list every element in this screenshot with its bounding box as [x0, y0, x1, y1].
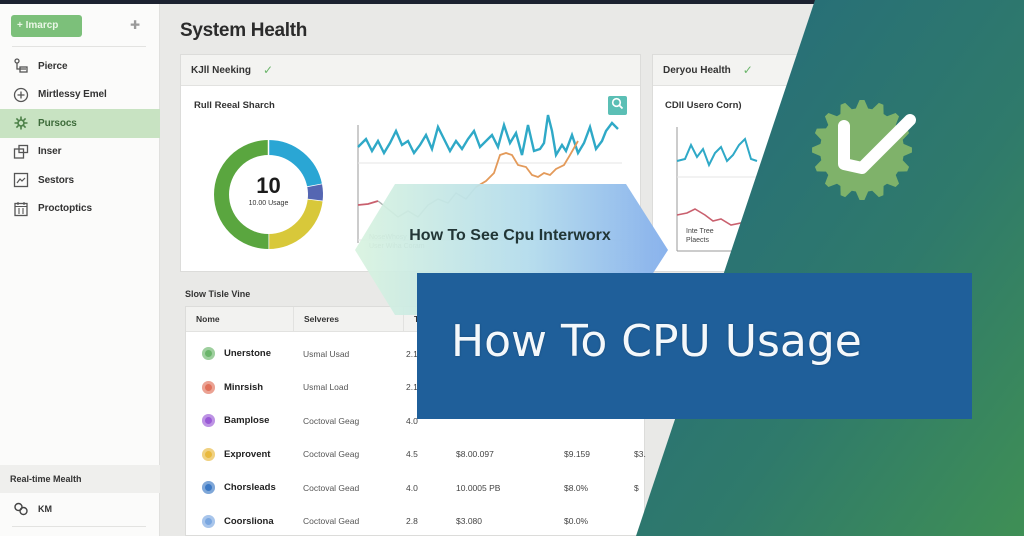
verified-badge-icon [812, 100, 916, 200]
hexagon-title: How To See Cpu Interworx [409, 227, 611, 244]
sidebar-item-sestors[interactable]: Sestors [0, 166, 160, 195]
page-title: System Health [180, 20, 308, 41]
series-line-red [357, 200, 379, 206]
column-header-servers[interactable]: Selveres [294, 306, 404, 332]
row-value-2: $3.080 [456, 516, 482, 527]
image-icon [13, 172, 29, 188]
row-app-icon [202, 414, 215, 428]
row-type: Coctoval Gead [303, 482, 360, 493]
row-type: Coctoval Gead [303, 516, 360, 527]
sidebar-item-label: Pierce [38, 60, 68, 72]
badge-gear-shape [812, 100, 912, 200]
pin-icon[interactable]: ✚ [130, 19, 142, 31]
sidebar-item-proctoptics[interactable]: Proctoptics [0, 195, 160, 224]
row-name: Bamplose [224, 415, 270, 427]
panel-subtitle: Rull Reeal Sharch [194, 100, 275, 111]
panel-header: Deryou Health ✓ [653, 55, 851, 86]
panel-header: KJll Neeking ✓ [181, 55, 640, 86]
row-value-3: $9.159 [564, 449, 590, 460]
row-value-3: $0.0% [564, 516, 589, 527]
sidebar: + Imarcp ✚ Pierce Mirtlessy Emel Pursocs [0, 4, 160, 536]
table-row[interactable]: Chorsleads Coctoval Gead 4.0 10.0005 PB $8.0… [186, 471, 646, 505]
sidebar-nav: Pierce Mirtlessy Emel Pursocs Inser Sest… [0, 52, 160, 223]
sidebar-item-pursocs[interactable]: Pursocs [0, 109, 160, 138]
row-app-icon [202, 514, 215, 528]
row-type: Coctoval Geag [303, 415, 360, 426]
sidebar-section-header: Real-time Mealth [0, 465, 160, 493]
check-icon: ✓ [263, 63, 274, 77]
table-title: Slow Tisle Vine [185, 289, 251, 299]
donut-value: 10 [256, 173, 281, 198]
window-icon [13, 144, 29, 160]
row-value-1: 4.0 [406, 482, 418, 493]
sidebar-item-label: Inser [38, 146, 62, 158]
chart-legend: Inte Tree Plaects [686, 228, 714, 244]
check-icon: ✓ [742, 63, 753, 77]
table-row[interactable]: Coorsliona Coctoval Gead 2.8 $3.080 $0.0% [186, 505, 646, 536]
sidebar-item-pierce[interactable]: Pierce [0, 52, 160, 81]
sidebar-item-km[interactable]: KM [0, 494, 160, 524]
row-name: Exprovent [224, 448, 271, 460]
row-value-1: 2.8 [406, 516, 418, 527]
row-app-icon [202, 347, 215, 361]
person-desk-icon [13, 58, 29, 74]
sidebar-item-label: Mirtlessy Emel [38, 89, 107, 101]
row-type: Usmal Load [303, 382, 349, 393]
divider [12, 46, 146, 47]
column-header-name[interactable]: Nome [186, 306, 294, 332]
series-line-cyan [357, 114, 619, 159]
row-value-1: 4.5 [406, 449, 418, 460]
sidebar-item-label: Pursocs [38, 117, 77, 129]
divider [12, 526, 146, 527]
cpu-banner-title: How To CPU Usage [451, 316, 862, 367]
add-circle-icon [13, 87, 29, 103]
row-name: Coorsliona [224, 515, 274, 527]
sidebar-item-label: Proctoptics [38, 203, 92, 215]
line-chart-small [676, 127, 763, 252]
row-app-icon [202, 481, 215, 495]
donut-label: 10.00 Usage [248, 200, 289, 207]
sidebar-item-mirtlessy-emel[interactable]: Mirtlessy Emel [0, 81, 160, 110]
row-app-icon [202, 380, 215, 394]
panel-subtitle: CDll Usero Corn) [665, 100, 742, 111]
row-value-3: $8.0% [564, 482, 589, 493]
row-name: Chorsleads [224, 482, 276, 494]
row-value-4: $ [634, 482, 639, 493]
panel-header-label: Deryou Health [663, 64, 731, 76]
row-value-2: 10.0005 PB [456, 482, 501, 493]
series-line-grey [377, 186, 477, 218]
link-icon [13, 501, 29, 517]
series-line-red [676, 208, 762, 228]
sidebar-item-inser[interactable]: Inser [0, 138, 160, 167]
series-line-cyan [676, 137, 758, 168]
sidebar-item-label: Sestors [38, 174, 74, 186]
sidebar-item-label: KM [38, 504, 52, 514]
row-name: Unerstone [224, 348, 271, 360]
row-type: Usmal Usad [303, 348, 350, 359]
table-row[interactable]: Exprovent Coctoval Geag 4.5 $8.00.097 $9.159… [186, 438, 646, 472]
row-value-4: $3. [634, 449, 646, 460]
row-type: Coctoval Geag [303, 449, 360, 460]
row-name: Minrsish [224, 381, 264, 393]
gear-icon [13, 115, 29, 131]
calendar-icon [13, 201, 29, 217]
row-value-2: $8.00.097 [456, 449, 494, 460]
row-app-icon [202, 447, 215, 461]
gear-outline [812, 100, 912, 200]
panel-header-label: KJll Neeking [191, 64, 252, 76]
brand-button[interactable]: + Imarcp [11, 15, 82, 37]
